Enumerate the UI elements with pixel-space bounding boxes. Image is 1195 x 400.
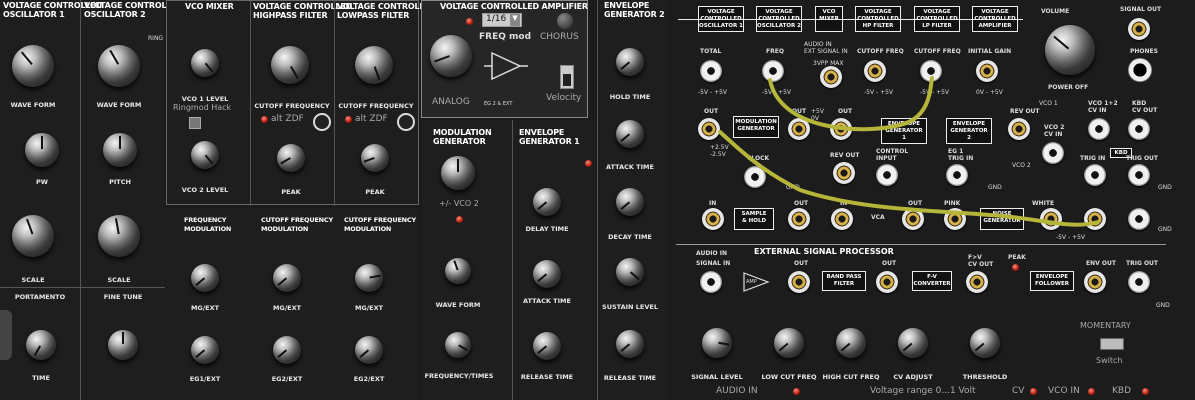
footer-audio-led [793,388,800,395]
patch-cables [718,76,1100,227]
footer-kbd-led [1142,388,1149,395]
footer-cv: CV [1012,386,1025,396]
footer-audio-in: AUDIO IN [716,386,758,396]
footer-cv-led [1030,388,1037,395]
footer-vco-led [1088,388,1095,395]
footer-kbd: KBD [1112,386,1132,396]
footer-vco-in: VCO IN [1048,386,1080,396]
footer-voltage: Voltage range 0...1 Volt [870,386,976,396]
